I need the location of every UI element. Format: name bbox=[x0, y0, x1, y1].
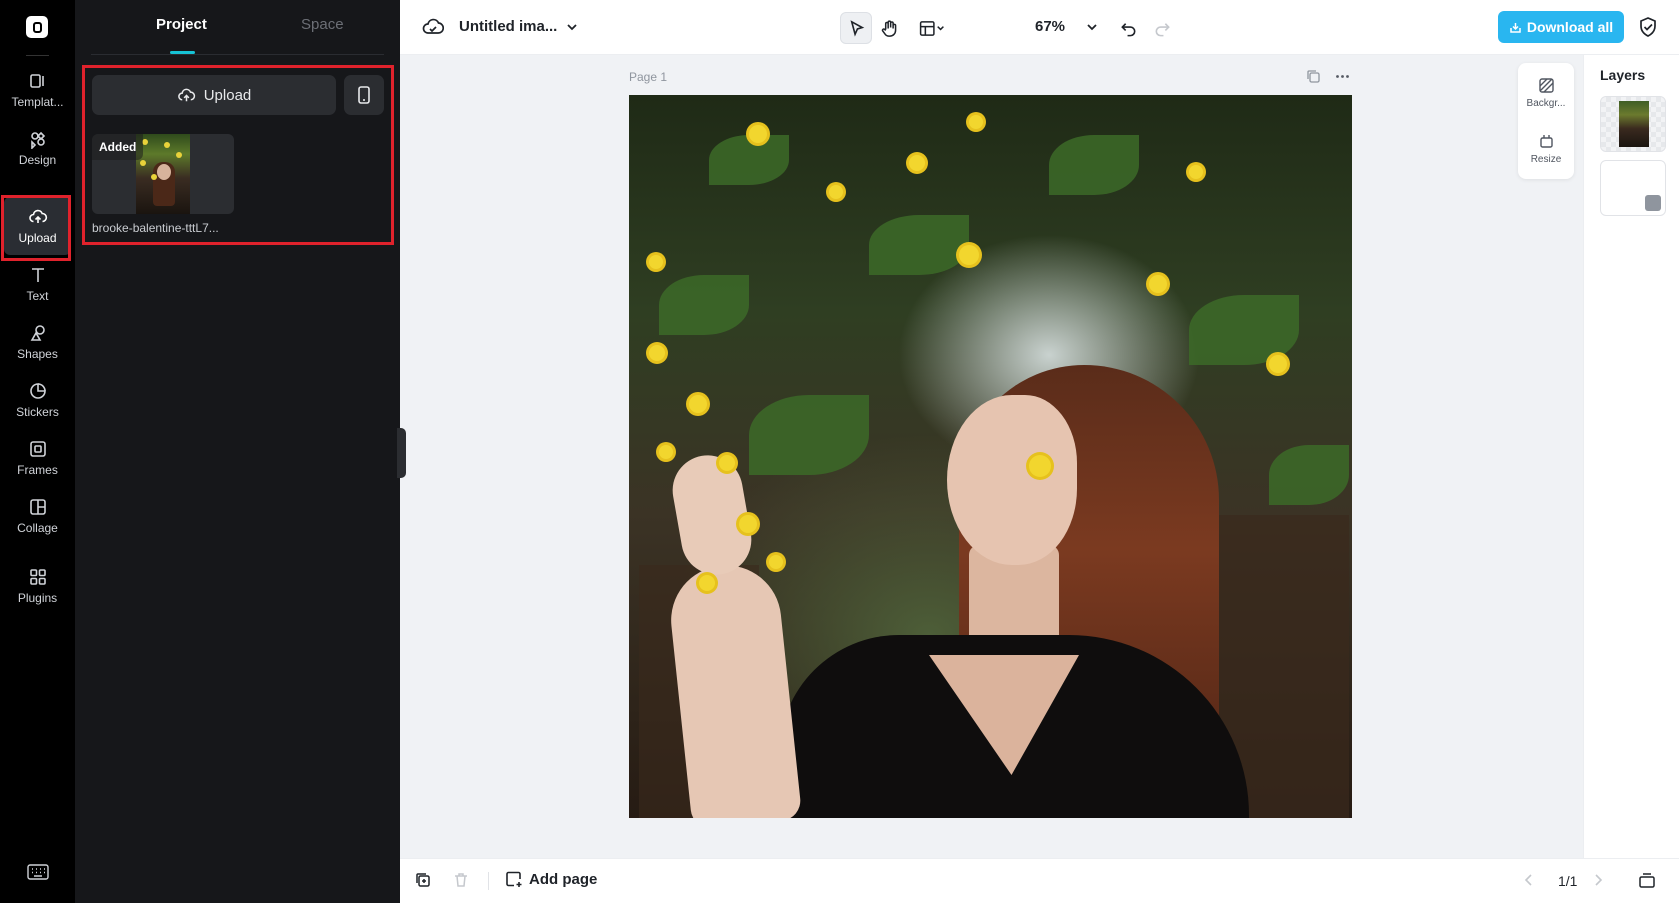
uploaded-asset-thumbnail[interactable]: Added bbox=[92, 134, 234, 214]
upload-from-phone-button[interactable] bbox=[344, 75, 384, 115]
layers-panel: Layers bbox=[1583, 55, 1679, 858]
templates-icon bbox=[29, 74, 44, 88]
asset-filename: brooke-balentine-tttL7... bbox=[92, 221, 219, 235]
added-badge: Added bbox=[92, 134, 144, 160]
download-all-button[interactable]: Download all bbox=[1498, 11, 1624, 43]
rail-item-label: Design bbox=[18, 153, 57, 167]
plugins-icon bbox=[29, 569, 46, 585]
layer-photo[interactable] bbox=[1600, 96, 1666, 152]
shapes-icon bbox=[30, 325, 45, 341]
rail-item-label: Upload bbox=[18, 231, 57, 245]
rail-item-label: Shapes bbox=[17, 347, 58, 361]
hand-icon bbox=[881, 19, 896, 37]
select-tool-button[interactable] bbox=[840, 12, 872, 44]
add-page-label: Add page bbox=[529, 870, 598, 888]
chevron-right-icon[interactable] bbox=[1589, 871, 1607, 889]
rail-item-plugins[interactable]: Plugins bbox=[4, 557, 71, 615]
rail-item-templates[interactable]: Templat... bbox=[4, 61, 71, 119]
chevron-left-icon[interactable] bbox=[1520, 871, 1538, 889]
trash-icon[interactable] bbox=[452, 871, 470, 889]
collage-icon bbox=[29, 499, 46, 515]
rail-item-shapes[interactable]: Shapes bbox=[4, 313, 71, 371]
duplicate-page-icon[interactable] bbox=[1306, 69, 1321, 84]
more-options-icon[interactable] bbox=[1335, 69, 1350, 84]
layer-background[interactable] bbox=[1600, 160, 1666, 216]
chevron-down-icon[interactable] bbox=[1084, 19, 1100, 35]
background-icon bbox=[1538, 78, 1554, 93]
layout-tool-button[interactable] bbox=[914, 12, 950, 44]
cloud-upload-icon bbox=[177, 88, 195, 101]
tab-project[interactable]: Project bbox=[156, 16, 207, 33]
pages-panel-icon[interactable] bbox=[1638, 871, 1656, 889]
rail-item-stickers[interactable]: Stickers bbox=[4, 371, 71, 429]
active-tab-indicator bbox=[170, 51, 195, 54]
rail-item-frames[interactable]: Frames bbox=[4, 429, 71, 487]
frames-icon bbox=[29, 441, 46, 457]
add-page-icon bbox=[506, 871, 522, 887]
rail-item-upload[interactable]: Upload bbox=[4, 197, 71, 255]
rail-item-collage[interactable]: Collage bbox=[4, 487, 71, 545]
panel-tabs: Project Space bbox=[91, 0, 384, 55]
layers-header: Layers bbox=[1600, 67, 1646, 83]
text-icon bbox=[31, 268, 44, 282]
canvas-photo[interactable] bbox=[629, 95, 1352, 818]
duplicate-icon[interactable] bbox=[414, 871, 432, 889]
tab-space[interactable]: Space bbox=[301, 16, 344, 33]
asset-photo bbox=[136, 134, 190, 214]
background-tool-button[interactable]: Backgr... bbox=[1518, 67, 1574, 119]
rail-item-label: Plugins bbox=[17, 591, 58, 605]
bottom-toolbar: Add page 1/1 bbox=[400, 858, 1679, 903]
document-title[interactable]: Untitled ima... bbox=[459, 18, 557, 35]
rail-item-text[interactable]: Text bbox=[4, 255, 71, 313]
upload-button[interactable]: Upload bbox=[92, 75, 336, 115]
background-layer-icon bbox=[1645, 195, 1661, 211]
shield-check-icon[interactable] bbox=[1638, 16, 1658, 38]
rail-item-design[interactable]: Design bbox=[4, 119, 71, 177]
zoom-level[interactable]: 67% bbox=[1035, 18, 1065, 35]
rail-item-label: Stickers bbox=[16, 405, 59, 419]
download-icon bbox=[1510, 22, 1521, 33]
rail-item-label: Text bbox=[26, 289, 49, 303]
left-rail: Templat... Design Upload Text Shapes Sti… bbox=[0, 0, 75, 903]
background-tool-label: Backgr... bbox=[1526, 98, 1566, 109]
top-toolbar: Untitled ima... 67% Download all bbox=[400, 0, 1679, 55]
cloud-sync-icon bbox=[422, 18, 444, 34]
rail-item-label: Templat... bbox=[11, 95, 64, 109]
page-counter: 1/1 bbox=[1558, 873, 1578, 889]
redo-button[interactable] bbox=[1146, 12, 1178, 44]
cloud-upload-icon bbox=[28, 209, 47, 223]
chevron-down-icon[interactable] bbox=[564, 19, 580, 35]
resize-tool-button[interactable]: Resize bbox=[1518, 123, 1574, 175]
toolbar-divider bbox=[488, 872, 489, 890]
resize-tool-label: Resize bbox=[1530, 154, 1562, 165]
page-label: Page 1 bbox=[629, 70, 668, 84]
rail-divider bbox=[26, 55, 49, 56]
pointer-icon bbox=[849, 19, 864, 37]
canvas-side-tools: Backgr... Resize bbox=[1518, 63, 1574, 179]
panel-collapse-handle[interactable] bbox=[397, 428, 406, 478]
redo-icon bbox=[1155, 22, 1170, 36]
app-logo-icon[interactable] bbox=[26, 16, 48, 38]
download-all-label: Download all bbox=[1526, 19, 1614, 35]
page-actions bbox=[1306, 69, 1350, 84]
rail-item-label: Collage bbox=[17, 521, 58, 535]
undo-icon bbox=[1120, 22, 1135, 36]
upload-button-label: Upload bbox=[203, 86, 252, 104]
add-page-button[interactable]: Add page bbox=[505, 870, 597, 888]
undo-button[interactable] bbox=[1112, 12, 1144, 44]
phone-icon bbox=[358, 86, 370, 104]
resize-icon bbox=[1539, 135, 1553, 148]
design-icon bbox=[30, 131, 45, 149]
hand-tool-button[interactable] bbox=[873, 12, 905, 44]
stickers-icon bbox=[29, 383, 46, 399]
keyboard-shortcuts-icon[interactable] bbox=[27, 864, 49, 880]
rail-item-label: Frames bbox=[17, 463, 58, 477]
layout-icon bbox=[919, 20, 944, 36]
